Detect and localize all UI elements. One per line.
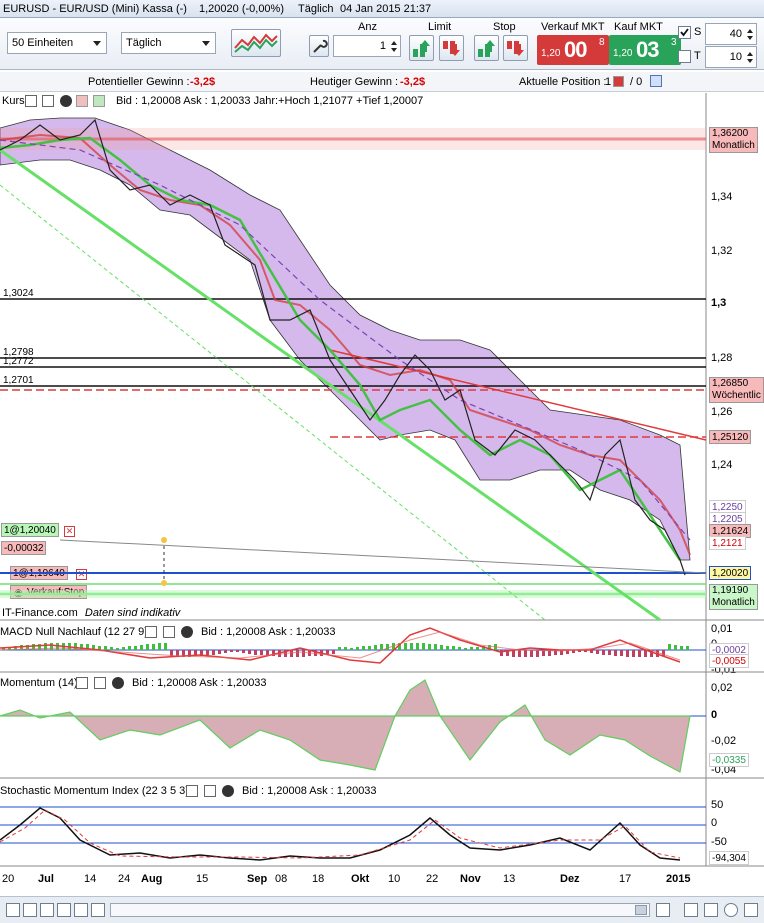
smi-line [0,807,681,861]
macd-bar [224,650,227,653]
macd-bar [302,650,305,657]
macd-bar [638,650,641,657]
wrench-icon[interactable] [186,785,198,797]
window-icon[interactable] [94,677,106,689]
macd-bar [344,647,347,650]
trading-window: EURUSD - EUR/USD (Mini) Kassa (-) 1,2002… [0,0,764,923]
macd-bar [518,650,521,657]
macd-bar [452,646,455,650]
macd-bar [212,650,215,655]
macd-bar [350,648,353,650]
macd-bar [410,643,413,650]
macd-bar [464,648,467,650]
source-label: IT-Finance.com [2,607,78,619]
smi-quote: Bid : 1,20008 Ask : 1,20033 [242,785,377,797]
macd-bar [530,650,533,657]
macd-quote: Bid : 1,20008 Ask : 1,20033 [201,626,336,638]
macd-bar [680,646,683,650]
window-icon[interactable] [204,785,216,797]
macd-bar [254,650,257,655]
macd-bar [122,647,125,650]
macd-bar [524,650,527,657]
macd-bar [338,647,341,650]
macd-bar [674,645,677,650]
macd-bar [686,646,689,650]
macd-bar [380,644,383,650]
macd-bar [416,643,419,650]
macd-bar [374,645,377,650]
macd-bar [470,647,473,650]
macd-bar [620,650,623,656]
wrench-icon[interactable] [25,95,37,107]
macd-bar [248,650,251,654]
macd-bar [116,648,119,650]
macd-bar [362,646,365,650]
macd-bar [434,644,437,650]
macd-bar [296,650,299,657]
close-icon[interactable] [112,677,124,689]
smi-name: Stochastic Momentum Index (22 3 5 3) [0,785,189,797]
wrench-icon[interactable] [145,626,157,638]
macd-bar [626,650,629,657]
window-icon[interactable] [42,95,54,107]
macd-bar [476,647,479,650]
macd-bar [596,650,599,654]
macd-bar [332,650,335,654]
macd-bar [140,645,143,650]
macd-bar [242,650,245,653]
macd-bar [536,650,539,657]
macd-bar [50,643,53,650]
macd-bar [158,643,161,650]
window-icon[interactable] [163,626,175,638]
macd-bar [440,645,443,650]
macd-bar [500,650,503,656]
macd-bar [632,650,635,657]
macd-bar [206,650,209,655]
macd-bar [134,646,137,650]
momentum-area [0,679,691,773]
macd-bar [146,644,149,650]
price-pane-quote: Bid : 1,20008 Ask : 1,20033 Jahr:+Hoch 1… [116,95,424,107]
macd-bar [218,650,221,654]
macd-bar [164,643,167,650]
price-footer: IT-Finance.com Daten sind indikativ [2,607,180,619]
macd-name: MACD Null Nachlauf (12 27 9) [0,626,148,638]
macd-bar [152,644,155,650]
move-down-icon[interactable] [93,95,105,107]
macd-bar [368,646,371,650]
cloud-band [0,117,691,561]
momentum-quote: Bid : 1,20008 Ask : 1,20033 [132,677,267,689]
macd-bar [236,650,239,652]
macd-bar [608,650,611,655]
macd-bar [422,643,425,650]
macd-bar [614,650,617,656]
macd-bar [356,647,359,650]
macd-bar [404,643,407,650]
momentum-name: Momentum (14) [0,677,78,689]
macd-bar [386,644,389,650]
macd-bar [104,646,107,650]
close-icon[interactable] [222,785,234,797]
macd-bar [446,646,449,650]
macd-bar [128,646,131,650]
close-icon[interactable] [181,626,193,638]
macd-bar [260,650,263,655]
macd-bar [602,650,605,655]
macd-bar [428,644,431,650]
macd-bar [110,647,113,650]
price-pane-prefix: Kurs [2,95,25,107]
macd-bar [458,647,461,650]
close-icon[interactable] [60,95,72,107]
macd-bar [230,650,233,652]
data-note: Daten sind indikativ [84,607,181,619]
move-up-icon[interactable] [76,95,88,107]
wrench-icon[interactable] [76,677,88,689]
macd-bar [668,644,671,650]
